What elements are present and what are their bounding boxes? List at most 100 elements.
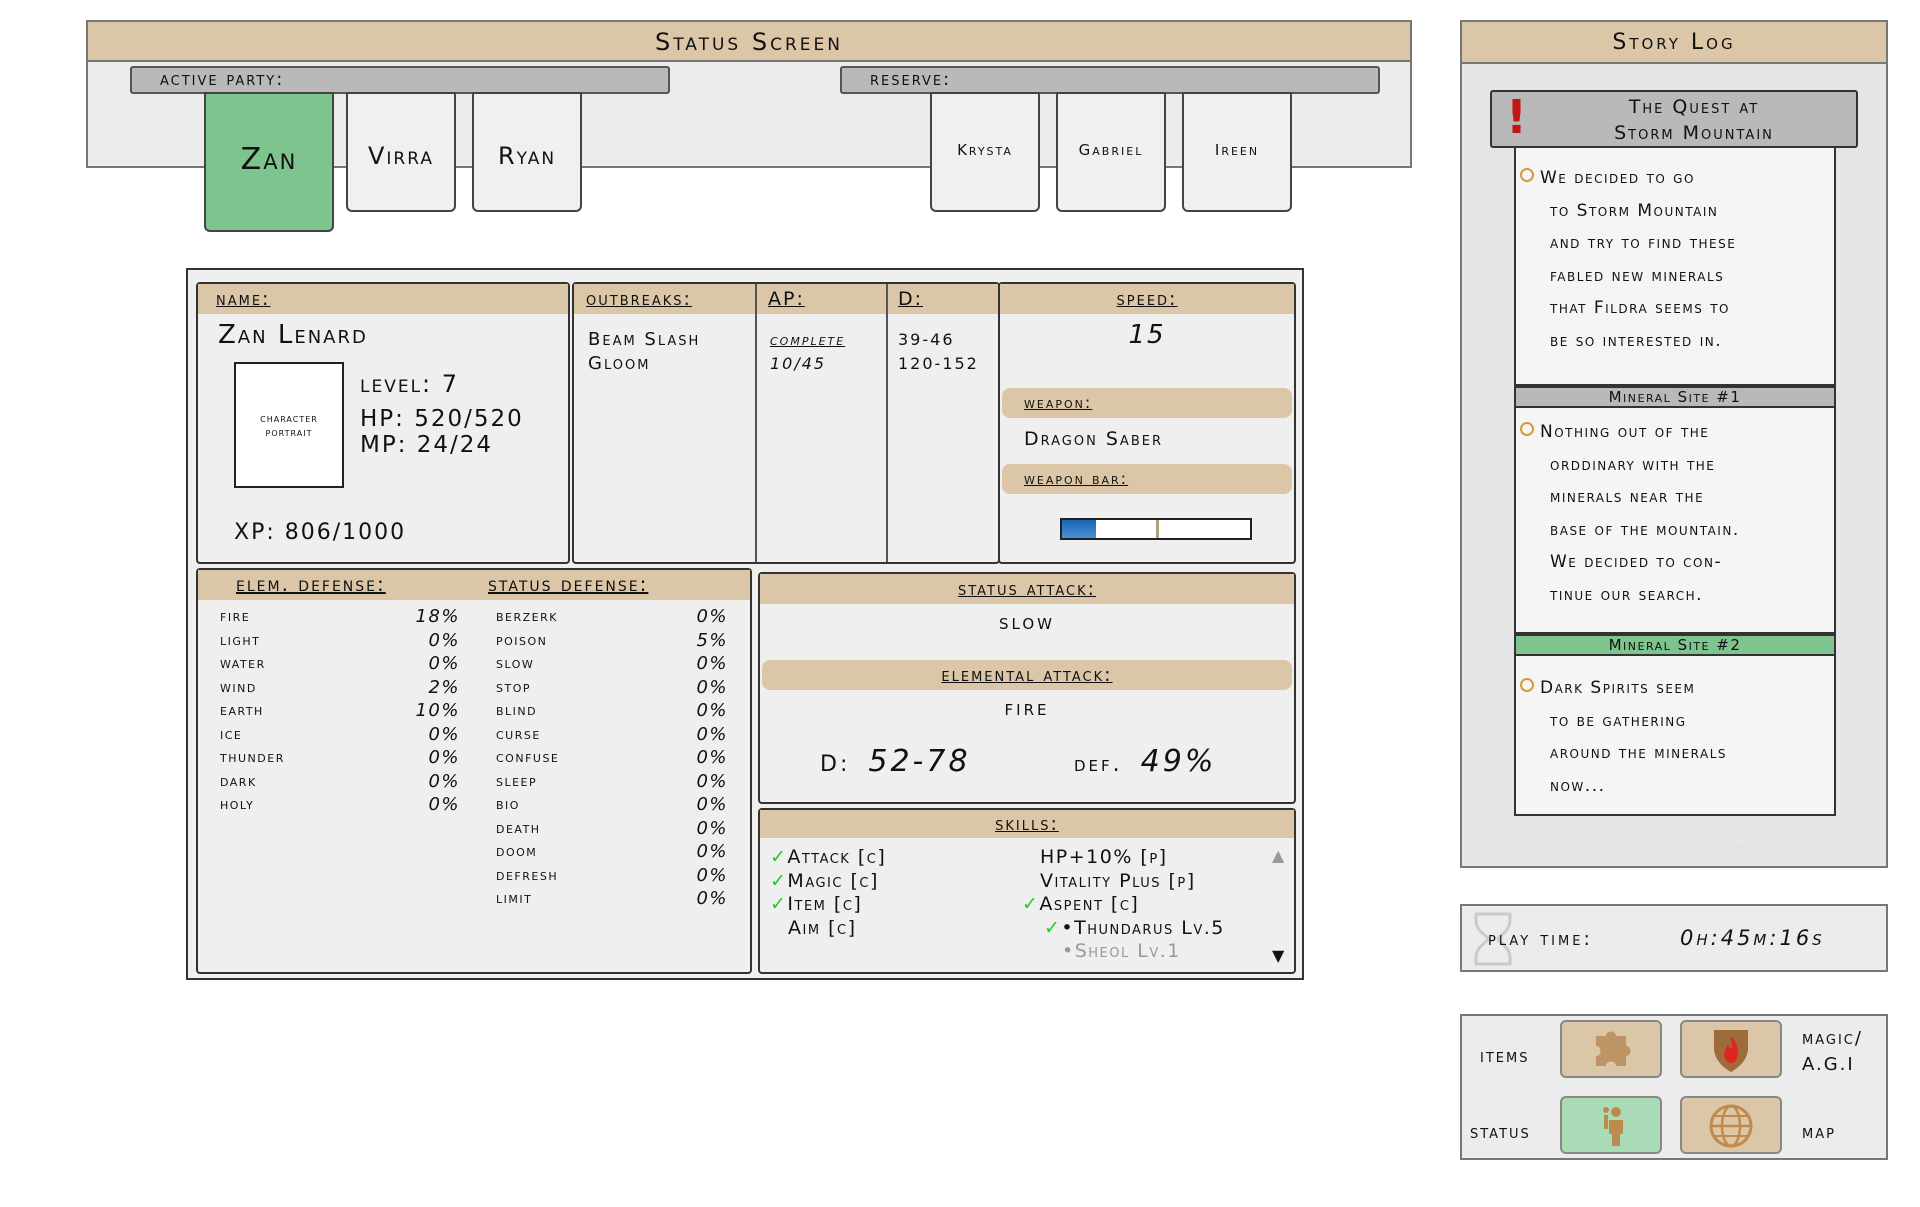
xp-text: XP: 806/1000 <box>234 520 407 545</box>
mp-text: MP: 24/24 <box>360 432 494 458</box>
skill-item[interactable]: ✓Item [c] <box>770 893 886 917</box>
puzzle-icon <box>1596 1031 1631 1066</box>
skill-vitality-plus[interactable]: Vitality Plus [p] <box>1022 870 1225 894</box>
status-row-berzerk: berzerk 0% <box>496 606 728 627</box>
reserve-tab-krysta[interactable]: Krysta <box>930 92 1040 212</box>
d-value: 120-152 <box>898 354 979 373</box>
defense-box: elem. defense: status defense: fire 18% l… <box>196 568 752 974</box>
map-button[interactable] <box>1680 1096 1782 1154</box>
items-button[interactable] <box>1560 1020 1662 1078</box>
elem-row-holy: holy 0% <box>220 794 460 815</box>
elem-row-fire: fire 18% <box>220 606 460 627</box>
d-label: D: <box>898 288 924 310</box>
status-defense-label: status defense: <box>488 572 649 596</box>
shield-fire-icon <box>1714 1030 1748 1072</box>
outbreak-item[interactable]: Beam Slash <box>588 328 700 352</box>
play-time-label: play time: <box>1488 928 1593 950</box>
character-info-box: name: Zan Lenard character portrait leve… <box>196 282 570 564</box>
log-scroll-down-icon[interactable]: ﹀ <box>1794 822 1820 859</box>
weapon-name[interactable]: Dragon Saber <box>1024 428 1163 450</box>
party-tab-virra[interactable]: Virra <box>346 92 456 212</box>
status-button[interactable] <box>1560 1096 1662 1154</box>
weapon-bar-fill <box>1062 520 1096 538</box>
play-time-value: 0h:45m:16s <box>1680 926 1825 950</box>
ap-value: complete <box>770 330 846 349</box>
active-party-label: active party: <box>130 66 670 94</box>
story-log-title: Story Log <box>1462 22 1886 64</box>
elem-defense-label: elem. defense: <box>236 572 386 596</box>
screen-title: Status Screen <box>88 22 1410 62</box>
party-tab-ryan[interactable]: Ryan <box>472 92 582 212</box>
magic-button[interactable] <box>1680 1020 1782 1078</box>
character-name: Zan Lenard <box>218 320 368 350</box>
status-row-poison: poison 5% <box>496 629 728 651</box>
check-icon: ✓ <box>1022 893 1040 915</box>
story-log-panel: Story Log ! The Quest at Storm Mountain … <box>1460 20 1888 868</box>
map-label: map <box>1802 1122 1836 1143</box>
reserve-tab-ireen[interactable]: Ireen <box>1182 92 1292 212</box>
character-portrait: character portrait <box>234 362 344 488</box>
elemental-attack-label: elemental attack: <box>941 664 1113 686</box>
scroll-up-icon[interactable]: ▲ <box>1272 846 1284 865</box>
log-entry-2: Nothing out of the orddinary with the mi… <box>1514 408 1836 634</box>
status-row-slow: slow 0% <box>496 653 728 674</box>
mineral-site-1-bar[interactable]: Mineral Site #1 <box>1514 386 1836 408</box>
skills-box: skills: ✓Attack [c] ✓Magic [c] ✓Item [c]… <box>758 808 1296 974</box>
elem-row-thunder: thunder 0% <box>220 747 460 768</box>
globe-icon <box>1709 1104 1753 1148</box>
reserve-tab-gabriel[interactable]: Gabriel <box>1056 92 1166 212</box>
party-tab-zan[interactable]: Zan <box>204 92 334 232</box>
elem-row-light: light 0% <box>220 629 460 651</box>
scroll-down-icon[interactable]: ▼ <box>1272 946 1284 965</box>
skill-sheol[interactable]: •Sheol Lv.1 <box>1022 940 1225 964</box>
skills-label: skills: <box>995 813 1059 835</box>
magic-label: magic/ <box>1802 1028 1863 1049</box>
skill-hp-plus[interactable]: HP+10% [p] <box>1022 846 1225 870</box>
main-menu: items magic/ A.G.I status map <box>1460 1014 1888 1160</box>
info-person-icon <box>1603 1107 1623 1146</box>
log-entry-3: Dark Spirits seem to be gathering around… <box>1514 656 1836 816</box>
elem-row-water: water 0% <box>220 653 460 674</box>
check-icon: ✓ <box>770 893 788 915</box>
attack-box: status attack: slow elemental attack: fi… <box>758 572 1296 804</box>
reserve-label: reserve: <box>840 66 1380 94</box>
skill-aspent[interactable]: ✓Aspent [c] <box>1022 893 1225 917</box>
play-time-panel: play time: 0h:45m:16s <box>1460 904 1888 972</box>
status-row-defresh: defresh 0% <box>496 864 728 886</box>
weapon-bar <box>1060 518 1252 540</box>
elem-row-wind: wind 2% <box>220 676 460 698</box>
weapon-label: weapon: <box>1024 393 1093 412</box>
def-label: def. <box>1074 752 1123 777</box>
status-row-death: death 0% <box>496 817 728 839</box>
status-row-confuse: confuse 0% <box>496 747 728 768</box>
status-attack-value: slow <box>999 610 1055 634</box>
elem-row-ice: ice 0% <box>220 723 460 745</box>
def-value: 49% <box>1140 744 1217 779</box>
quest-header[interactable]: ! The Quest at Storm Mountain <box>1490 90 1858 148</box>
mineral-site-2-bar[interactable]: Mineral Site #2 <box>1514 634 1836 656</box>
ap-label: AP: <box>768 288 805 310</box>
skill-aim[interactable]: Aim [c] <box>770 917 886 941</box>
attack-d-value: 52-78 <box>868 744 971 779</box>
outbreaks-box: outbreaks: AP: D: Beam Slash Gloom compl… <box>572 282 1000 564</box>
status-row-bio: bio 0% <box>496 794 728 815</box>
skill-magic[interactable]: ✓Magic [c] <box>770 870 886 894</box>
status-label: status <box>1470 1122 1531 1143</box>
check-icon: ✓ <box>1044 916 1062 939</box>
bullet-icon <box>1520 678 1534 692</box>
outbreak-item[interactable]: Gloom <box>588 352 700 376</box>
skill-thundarus[interactable]: ✓•Thundarus Lv.5 <box>1022 917 1225 941</box>
log-scroll-up-icon[interactable]: ︿ <box>1726 822 1752 859</box>
exclamation-icon: ! <box>1506 90 1527 144</box>
elem-row-earth: earth 10% <box>220 700 460 721</box>
quest-title-line: The Quest at <box>1628 96 1760 118</box>
bullet-icon <box>1520 168 1534 182</box>
skill-attack[interactable]: ✓Attack [c] <box>770 846 886 870</box>
check-icon: ✓ <box>770 846 788 868</box>
status-row-doom: doom 0% <box>496 841 728 862</box>
weapon-bar-label: weapon bar: <box>1024 469 1129 488</box>
status-row-sleep: sleep 0% <box>496 770 728 792</box>
level-text: level: 7 <box>360 370 460 398</box>
d-value: 39-46 <box>898 330 955 349</box>
check-icon: ✓ <box>770 869 788 892</box>
